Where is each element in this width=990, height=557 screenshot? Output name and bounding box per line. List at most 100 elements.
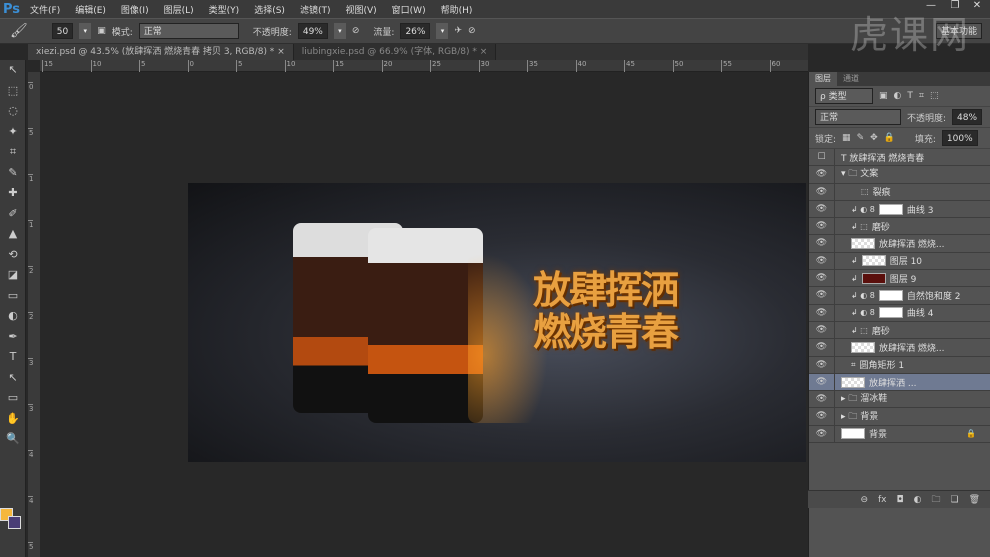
layer-row[interactable]: 👁 ⬚ 裂痕 (809, 183, 990, 201)
adjustment-layer-icon[interactable]: ◐ (914, 495, 922, 505)
opacity-input[interactable]: 49% (297, 23, 328, 39)
layer-row[interactable]: 👁 ↲ ⬚ 磨砂 (809, 321, 990, 340)
layer-row[interactable]: 👁 放肆挥洒 燃烧... (809, 235, 990, 253)
quick-select-tool-icon[interactable]: ✦ (0, 122, 26, 143)
layer-row[interactable]: 👁 ↲ ◐ 8 曲线 4 (809, 304, 990, 322)
visibility-eye-icon[interactable]: 👁 (809, 408, 835, 425)
layer-row[interactable]: 👁 背景 🔒 (809, 425, 990, 444)
filter-type-icon[interactable]: T (907, 91, 913, 101)
stamp-tool-icon[interactable]: ▲ (0, 224, 26, 245)
brush-preset-picker[interactable]: 50 (51, 23, 74, 39)
new-group-icon[interactable]: 🗀 (931, 492, 940, 508)
link-layers-icon[interactable]: ⊖ (860, 495, 868, 505)
layer-row[interactable]: 👁 ↲ ◐ 8 自然饱和度 2 (809, 287, 990, 305)
brush-size-dropdown[interactable]: ▾ (79, 23, 92, 39)
visibility-eye-icon[interactable]: 👁 (809, 166, 835, 183)
layer-row[interactable]: ☐ T 放肆挥洒 燃烧青春 (809, 149, 990, 167)
shape-tool-icon[interactable]: ▭ (0, 388, 26, 409)
visibility-eye-icon[interactable]: 👁 (809, 218, 835, 235)
brush-tool-icon[interactable]: 🖌 (10, 23, 28, 39)
visibility-eye-icon[interactable]: 👁 (809, 321, 835, 339)
tab-layers[interactable]: 图层 (809, 72, 837, 86)
flow-dropdown[interactable]: ▾ (436, 23, 449, 39)
layer-row[interactable]: 👁 ↲ 图层 9 (809, 270, 990, 288)
zoom-tool-icon[interactable]: 🔍 (0, 429, 26, 450)
flow-input[interactable]: 26% (400, 23, 431, 39)
brush-panel-toggle-icon[interactable]: ▣ (97, 26, 106, 36)
healing-tool-icon[interactable]: ✚ (0, 183, 26, 204)
opacity-dropdown[interactable]: ▾ (333, 23, 346, 39)
filter-adjustment-icon[interactable]: ◐ (894, 91, 902, 101)
menu-item[interactable]: 帮助(H) (441, 3, 473, 16)
path-select-tool-icon[interactable]: ↖ (0, 368, 26, 389)
menu-item[interactable]: 类型(Y) (209, 3, 240, 16)
menu-item[interactable]: 滤镜(T) (300, 3, 331, 16)
menu-item[interactable]: 图像(I) (121, 3, 149, 16)
lock-all-icon[interactable]: 🔒 (884, 133, 895, 143)
visibility-eye-icon[interactable]: 👁 (809, 183, 835, 200)
layer-row[interactable]: 👁 ▸ 🗀 溜冰鞋 (809, 391, 990, 409)
menu-item[interactable]: 编辑(E) (75, 3, 106, 16)
layer-row[interactable]: 👁 放肆挥洒 ... (809, 373, 990, 392)
visibility-eye-icon[interactable]: 👁 (809, 373, 835, 391)
layer-row[interactable]: 👁 放肆挥洒 燃烧... (809, 339, 990, 357)
gradient-tool-icon[interactable]: ▭ (0, 286, 26, 307)
lock-position-icon[interactable]: ✥ (870, 133, 878, 143)
layer-row[interactable]: 👁 ↲ ⬚ 磨砂 (809, 218, 990, 236)
layer-row[interactable]: 👁 ▾ 🗀 文案 (809, 166, 990, 184)
tab-liubingxie[interactable]: liubingxie.psd @ 66.9% (字体, RGB/8) * × (293, 44, 497, 60)
dodge-tool-icon[interactable]: ◐ (0, 306, 26, 327)
menu-item[interactable]: 选择(S) (254, 3, 285, 16)
visibility-eye-icon[interactable]: ☐ (809, 149, 835, 166)
airbrush-icon[interactable]: ✈ (454, 26, 462, 36)
pressure-size-icon[interactable]: ⊘ (468, 26, 476, 36)
visibility-eye-icon[interactable]: 👁 (809, 270, 835, 287)
marquee-tool-icon[interactable]: ⬚ (0, 81, 26, 102)
history-brush-tool-icon[interactable]: ⟲ (0, 245, 26, 266)
menu-item[interactable]: 视图(V) (345, 3, 376, 16)
layer-row[interactable]: 👁 ↲ ◐ 8 曲线 3 (809, 200, 990, 219)
fill-input[interactable]: 100% (941, 130, 978, 146)
hand-tool-icon[interactable]: ✋ (0, 409, 26, 430)
menu-item[interactable]: 窗口(W) (392, 3, 426, 16)
close-tab-icon[interactable]: × (277, 47, 285, 57)
visibility-eye-icon[interactable]: 👁 (809, 425, 835, 443)
crop-tool-icon[interactable]: ⌗ (0, 142, 26, 163)
layer-row[interactable]: 👁 ↲ 图层 10 (809, 252, 990, 271)
menu-item[interactable]: 文件(F) (30, 3, 60, 16)
eyedropper-tool-icon[interactable]: ✎ (0, 163, 26, 184)
visibility-eye-icon[interactable]: 👁 (809, 200, 835, 218)
filter-shape-icon[interactable]: ⌗ (919, 91, 924, 101)
close-tab-icon[interactable]: × (480, 47, 488, 57)
visibility-eye-icon[interactable]: 👁 (809, 287, 835, 304)
menu-item[interactable]: 图层(L) (164, 3, 194, 16)
background-color-swatch[interactable] (8, 516, 21, 529)
mode-select[interactable]: 正常 (138, 23, 239, 39)
lock-paint-icon[interactable]: ✎ (857, 133, 865, 143)
tab-xiezi[interactable]: xiezi.psd @ 43.5% (放肆挥洒 燃烧青春 拷贝 3, RGB/8… (28, 44, 294, 60)
brush-tool-icon[interactable]: ✐ (0, 204, 26, 225)
eraser-tool-icon[interactable]: ◪ (0, 265, 26, 286)
type-tool-icon[interactable]: T (0, 347, 26, 368)
layer-row[interactable]: 👁 ▸ 🗀 背景 (809, 408, 990, 426)
visibility-eye-icon[interactable]: 👁 (809, 339, 835, 356)
visibility-eye-icon[interactable]: 👁 (809, 356, 835, 373)
visibility-eye-icon[interactable]: 👁 (809, 304, 835, 321)
lock-transparent-icon[interactable]: ▦ (842, 133, 851, 143)
blend-mode-select[interactable]: 正常 (815, 109, 901, 125)
pressure-opacity-icon[interactable]: ⊘ (352, 26, 360, 36)
move-tool-icon[interactable]: ↖ (0, 60, 26, 81)
layer-opacity-input[interactable]: 48% (952, 109, 983, 125)
tab-channels[interactable]: 通道 (837, 72, 865, 86)
delete-layer-icon[interactable]: 🗑 (969, 495, 980, 505)
fx-icon[interactable]: fx (878, 495, 887, 505)
visibility-eye-icon[interactable]: 👁 (809, 391, 835, 408)
pen-tool-icon[interactable]: ✒ (0, 327, 26, 348)
filter-smartobject-icon[interactable]: ⬚ (930, 91, 939, 101)
visibility-eye-icon[interactable]: 👁 (809, 252, 835, 270)
lasso-tool-icon[interactable]: ◌ (0, 101, 26, 122)
add-mask-icon[interactable]: ◘ (896, 495, 903, 505)
layer-filter-select[interactable]: ρ 类型 (815, 88, 873, 104)
new-layer-icon[interactable]: ❏ (950, 495, 958, 505)
layer-row[interactable]: 👁 ⌗ 圆角矩形 1 (809, 356, 990, 374)
